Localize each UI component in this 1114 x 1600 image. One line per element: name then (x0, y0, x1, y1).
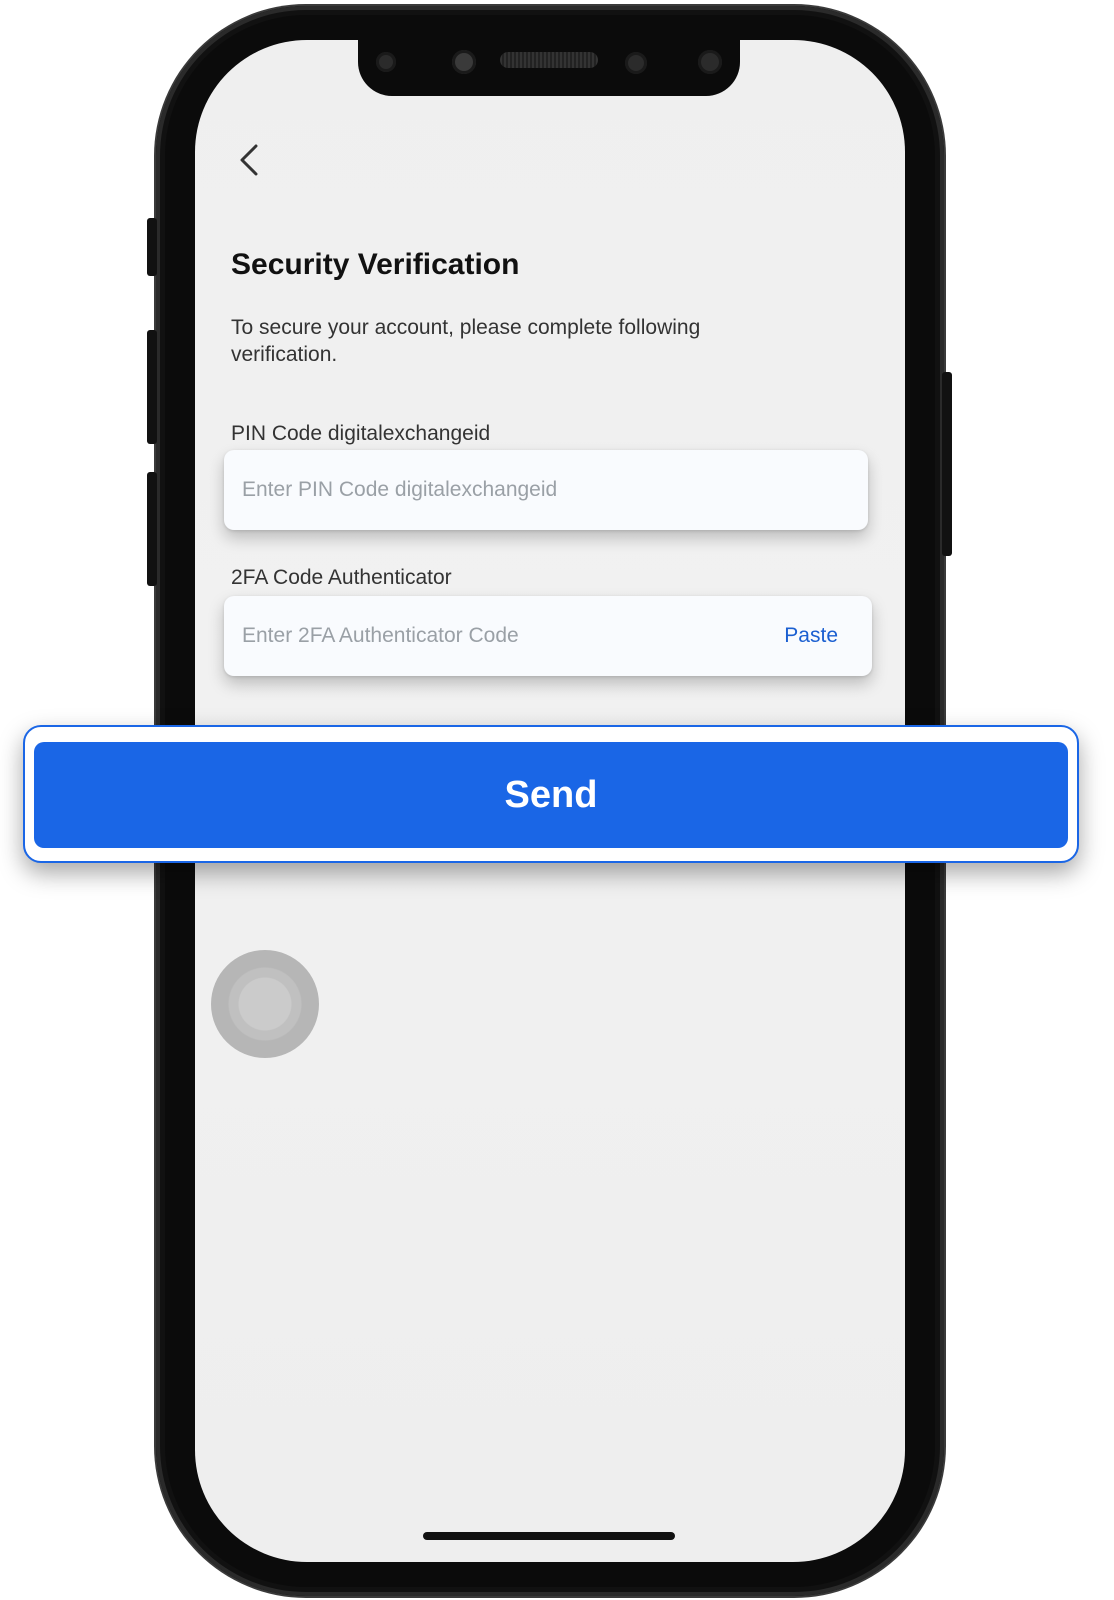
camera-icon (376, 52, 396, 72)
pin-input[interactable] (240, 477, 852, 503)
chevron-left-icon (240, 144, 258, 176)
front-camera-icon (625, 52, 647, 74)
phone-mute-switch (147, 218, 157, 276)
pin-field-container (224, 450, 868, 530)
phone-power-button (942, 372, 952, 556)
speaker-grille (500, 52, 598, 68)
phone-volume-down-button (147, 472, 157, 586)
proximity-sensor-icon (698, 50, 722, 74)
twofa-field-container: Paste (224, 596, 872, 676)
twofa-label: 2FA Code Authenticator (231, 566, 452, 589)
home-indicator[interactable] (423, 1532, 675, 1540)
twofa-input[interactable] (240, 623, 785, 649)
stage: Security Verification To secure your acc… (0, 0, 1114, 1600)
page-title: Security Verification (231, 248, 520, 281)
touch-indicator (211, 950, 319, 1058)
phone-volume-up-button (147, 330, 157, 444)
pin-label: PIN Code digitalexchangeid (231, 422, 491, 445)
back-button[interactable] (232, 140, 268, 180)
page-subtitle: To secure your account, please complete … (231, 316, 701, 366)
sensor-icon (452, 50, 476, 74)
send-button[interactable]: Send (34, 742, 1068, 848)
paste-button[interactable]: Paste (784, 624, 838, 648)
